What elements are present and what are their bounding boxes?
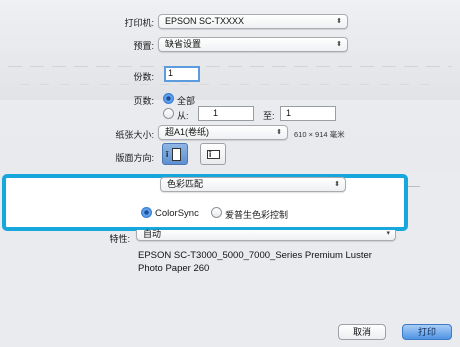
preset-popup[interactable]: 缺省设置 ⬍ bbox=[158, 37, 348, 52]
colorsync-label: ColorSync bbox=[155, 208, 199, 219]
panel-menu-popup[interactable]: 色彩匹配 ⬍ bbox=[160, 177, 346, 192]
pages-range-radio[interactable] bbox=[163, 108, 174, 119]
copies-field[interactable]: 1 bbox=[164, 66, 200, 82]
pages-all-label: 全部 bbox=[177, 96, 196, 106]
profile-description-line1: EPSON SC-T3000_5000_7000_Series Premium … bbox=[138, 250, 372, 261]
colorsync-radio[interactable] bbox=[141, 207, 152, 218]
profile-label: 特性: bbox=[109, 234, 130, 244]
preset-label: 预置: bbox=[133, 41, 154, 51]
printer-label: 打印机: bbox=[124, 18, 154, 28]
print-button[interactable]: 打印 bbox=[402, 324, 452, 340]
pages-to-field[interactable]: 1 bbox=[280, 106, 336, 121]
copies-label: 份数: bbox=[133, 72, 154, 82]
panel-menu-value: 色彩匹配 bbox=[167, 179, 204, 189]
printer-popup[interactable]: EPSON SC-TXXXX ⬍ bbox=[158, 14, 348, 29]
pages-from-label: 从: bbox=[177, 111, 189, 121]
pages-to-label: 至: bbox=[263, 111, 275, 121]
profile-popup[interactable]: 自动 ▾ bbox=[136, 230, 396, 241]
pages-from-value: 1 bbox=[213, 108, 219, 118]
paper-size-popup[interactable]: 超A1(卷纸) ⬍ bbox=[158, 125, 288, 140]
orientation-label: 版面方向: bbox=[115, 153, 154, 163]
popup-arrows-icon: ⬍ bbox=[336, 18, 342, 25]
person-icon: ǐ bbox=[209, 150, 212, 159]
chevron-down-icon: ▾ bbox=[386, 230, 390, 237]
pages-to-value: 1 bbox=[286, 108, 292, 118]
pages-all-radio[interactable] bbox=[163, 93, 174, 104]
profile-value: 自动 bbox=[143, 229, 162, 239]
pages-label: 页数: bbox=[133, 96, 154, 106]
portrait-orientation-button[interactable]: ǐ bbox=[162, 143, 188, 165]
person-icon: ǐ bbox=[166, 150, 169, 159]
paper-size-label: 纸张大小: bbox=[115, 130, 154, 140]
epson-color-controls-label: 爱普生色彩控制 bbox=[225, 210, 289, 220]
paper-size-value: 超A1(卷纸) bbox=[165, 127, 210, 137]
popup-arrows-icon: ⬍ bbox=[334, 181, 340, 188]
landscape-orientation-button[interactable]: ǐ bbox=[200, 143, 226, 165]
profile-description-line2: Photo Paper 260 bbox=[138, 263, 210, 274]
portrait-page-icon bbox=[172, 148, 181, 161]
profile-description: EPSON SC-T3000_5000_7000_Series Premium … bbox=[138, 249, 448, 275]
preset-value: 缺省设置 bbox=[165, 39, 202, 49]
popup-arrows-icon: ⬍ bbox=[336, 41, 342, 48]
cancel-button[interactable]: 取消 bbox=[338, 324, 386, 340]
print-dialog: 打印机: EPSON SC-TXXXX ⬍ 预置: 缺省设置 ⬍ 份数: 1 页… bbox=[0, 0, 460, 347]
paper-dimensions: 610 × 914 毫米 bbox=[294, 130, 345, 139]
pages-from-field[interactable]: 1 bbox=[198, 106, 254, 121]
printer-value: EPSON SC-TXXXX bbox=[165, 16, 245, 26]
popup-arrows-icon: ⬍ bbox=[276, 129, 282, 136]
epson-color-controls-radio[interactable] bbox=[211, 207, 222, 218]
